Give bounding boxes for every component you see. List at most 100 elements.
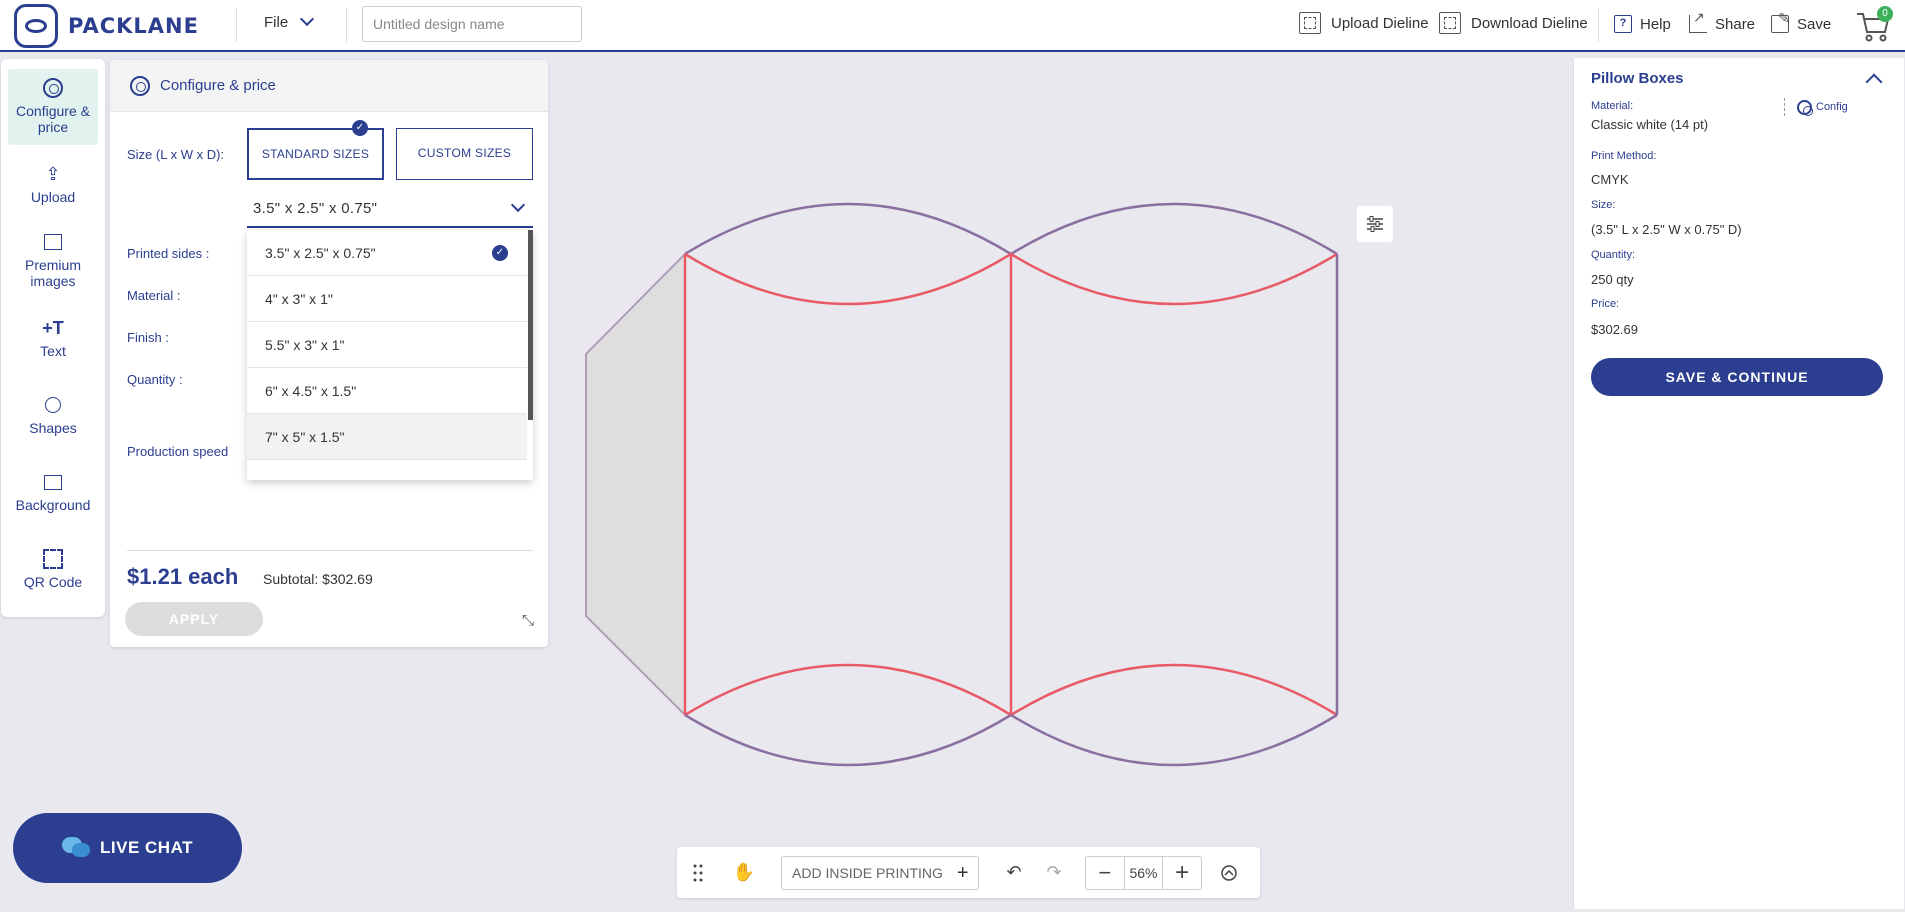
- dieline-canvas[interactable]: [560, 180, 1360, 780]
- quantity-value: 250 qty: [1591, 272, 1634, 287]
- subtotal: Subtotal: $302.69: [263, 571, 373, 587]
- text-icon: +T: [42, 318, 64, 338]
- sidebar-item-label: QR Code: [23, 574, 83, 590]
- chevron-down-icon: [300, 11, 315, 26]
- dropdown-scrollbar[interactable]: [528, 230, 533, 420]
- size-option[interactable]: 5.5" x 3" x 1": [247, 322, 527, 368]
- zoom-out-icon[interactable]: −: [1086, 860, 1124, 886]
- divider: [1784, 98, 1785, 116]
- size-option[interactable]: 7" x 5" x 1.5": [247, 414, 527, 460]
- size-label: Size (L x W x D):: [127, 147, 225, 162]
- sidebar-item-background[interactable]: Background: [8, 471, 98, 513]
- divider: [236, 8, 237, 42]
- share-label: Share: [1715, 15, 1756, 33]
- size-option[interactable]: 6" x 4.5" x 1.5": [247, 368, 527, 414]
- plus-icon: +: [956, 861, 969, 884]
- divider: [1598, 8, 1599, 42]
- add-inside-printing-label: ADD INSIDE PRINTING: [792, 865, 943, 881]
- background-icon: [42, 471, 64, 493]
- custom-sizes-button[interactable]: CUSTOM SIZES: [396, 128, 533, 180]
- brand-logo[interactable]: PACKLANE: [14, 4, 199, 48]
- live-chat-label: LIVE CHAT: [100, 838, 193, 857]
- sidebar-item-upload[interactable]: ⇪ Upload: [8, 163, 98, 205]
- brand-name: PACKLANE: [68, 14, 199, 38]
- size-option-label: 5.5" x 3" x 1": [265, 337, 345, 353]
- design-name-input[interactable]: [362, 6, 582, 42]
- printed-sides-label: Printed sides :: [127, 246, 210, 261]
- drag-handle-icon[interactable]: [685, 847, 711, 898]
- save-icon: [1771, 10, 1790, 33]
- image-icon: [42, 231, 64, 253]
- material-value: Classic white (14 pt): [1591, 117, 1709, 132]
- chevron-down-icon: [510, 197, 526, 213]
- sidebar-item-label: Text: [40, 343, 66, 359]
- check-icon: ✓: [492, 245, 508, 261]
- sidebar-item-label: Upload: [30, 189, 76, 205]
- download-dieline-button[interactable]: Download Dieline: [1439, 12, 1588, 34]
- config-link-label: Config: [1816, 101, 1848, 113]
- material-label: Material :: [127, 288, 181, 303]
- help-icon: ?: [1614, 15, 1632, 33]
- sidebar-item-text[interactable]: +T Text: [8, 317, 98, 359]
- config-link[interactable]: Config: [1784, 98, 1848, 116]
- standard-sizes-button[interactable]: STANDARD SIZES: [247, 128, 384, 180]
- dieline-icon: [1439, 12, 1461, 34]
- divider: [346, 8, 347, 42]
- fold-line-top: [684, 202, 1338, 256]
- undo-icon[interactable]: ↶: [997, 847, 1031, 898]
- quantity-label: Quantity:: [1591, 249, 1636, 261]
- left-sidebar: Configure & price ⇪ Upload Premium image…: [1, 59, 105, 617]
- logo-icon: [14, 4, 58, 48]
- file-menu-label: File: [264, 14, 289, 31]
- zoom-level: 56%: [1123, 857, 1164, 889]
- cart-button[interactable]: 0: [1855, 6, 1893, 44]
- size-option[interactable]: 3.5" x 2.5" x 0.75" ✓: [247, 230, 527, 276]
- size-option[interactable]: 4" x 3" x 1": [247, 276, 527, 322]
- hand-tool-icon[interactable]: ✋: [727, 847, 761, 898]
- add-inside-printing-button[interactable]: ADD INSIDE PRINTING +: [781, 856, 979, 890]
- panel-header: Configure & price: [110, 60, 548, 112]
- sidebar-item-label: Background: [15, 497, 91, 513]
- help-label: Help: [1640, 15, 1671, 33]
- redo-icon[interactable]: ↷: [1037, 847, 1071, 898]
- zoom-in-icon[interactable]: +: [1163, 859, 1201, 887]
- selected-size: 3.5" x 2.5" x 0.75": [253, 200, 378, 217]
- gear-icon: [1797, 99, 1813, 116]
- share-button[interactable]: Share: [1689, 9, 1756, 33]
- 3d-preview-icon[interactable]: [1212, 847, 1246, 898]
- size-option-label: 7" x 5" x 1.5": [265, 429, 345, 445]
- size-option-label: 6" x 4.5" x 1.5": [265, 383, 357, 399]
- size-value: (3.5" L x 2.5" W x 0.75" D): [1591, 222, 1742, 237]
- upload-dieline-label: Upload Dieline: [1331, 14, 1429, 32]
- expand-icon[interactable]: ⤡: [522, 612, 538, 629]
- live-chat-button[interactable]: LIVE CHAT: [13, 813, 242, 883]
- file-menu[interactable]: File: [264, 11, 315, 31]
- sidebar-item-qr-code[interactable]: QR Code: [8, 548, 98, 590]
- sidebar-item-shapes[interactable]: Shapes: [8, 394, 98, 436]
- chevron-up-icon[interactable]: [1865, 73, 1883, 91]
- save-button[interactable]: Save: [1771, 10, 1831, 33]
- production-speed-label: Production speed: [127, 444, 229, 459]
- sidebar-item-label: Shapes: [29, 420, 77, 436]
- help-button[interactable]: ? Help: [1614, 15, 1671, 33]
- sidebar-item-label: Configure & price: [16, 103, 90, 135]
- divider: [127, 550, 533, 551]
- size-dropdown: 3.5" x 2.5" x 0.75" ✓ 4" x 3" x 1" 5.5" …: [247, 230, 533, 480]
- size-select[interactable]: 3.5" x 2.5" x 0.75": [247, 192, 533, 228]
- material-label: Material:: [1591, 100, 1634, 112]
- quantity-label: Quantity :: [127, 372, 183, 387]
- product-title: Pillow Boxes: [1591, 70, 1684, 87]
- canvas-settings-button[interactable]: [1357, 206, 1393, 242]
- upload-icon: ⇪: [45, 164, 61, 184]
- upload-dieline-button[interactable]: Upload Dieline: [1299, 12, 1429, 34]
- finish-label: Finish :: [127, 330, 169, 345]
- sidebar-item-premium-images[interactable]: Premium images: [8, 231, 98, 289]
- download-dieline-label: Download Dieline: [1471, 14, 1588, 32]
- order-summary-panel: Pillow Boxes Config Material: Classic wh…: [1573, 58, 1904, 909]
- side-flap: [585, 251, 686, 718]
- price-value: $302.69: [1591, 322, 1638, 337]
- apply-button[interactable]: APPLY: [125, 602, 263, 636]
- sidebar-item-configure[interactable]: Configure & price: [8, 69, 98, 145]
- save-continue-button[interactable]: SAVE & CONTINUE: [1591, 358, 1883, 396]
- qr-code-icon: [42, 548, 64, 570]
